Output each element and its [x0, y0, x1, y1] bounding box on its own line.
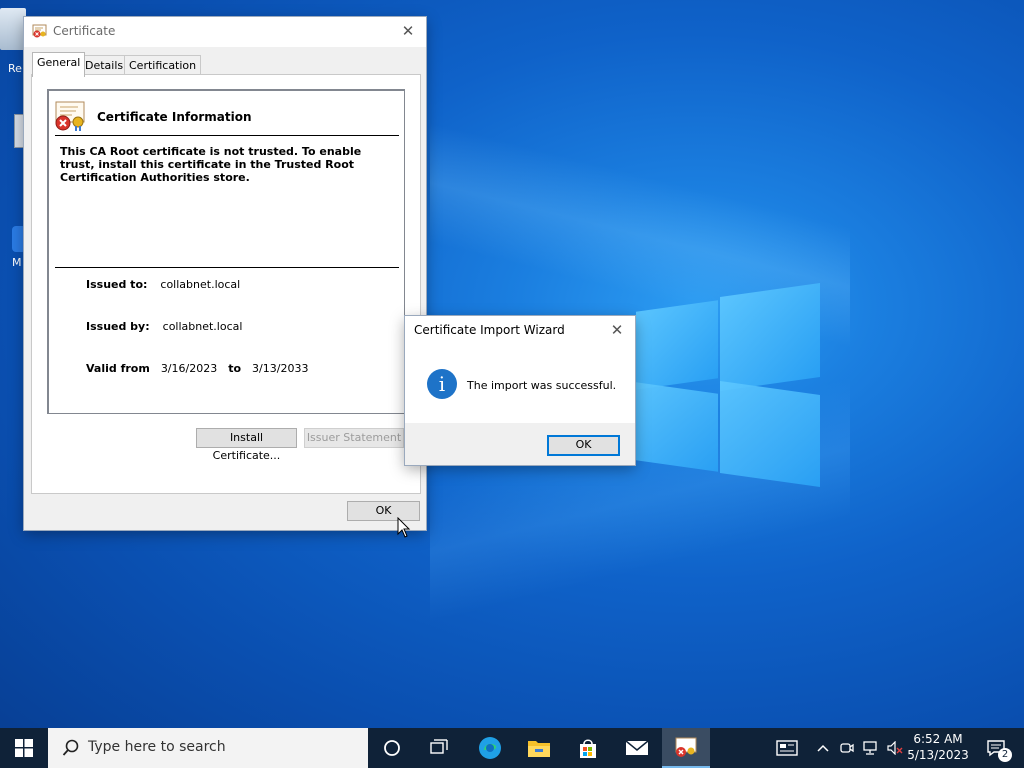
- taskbar-store-button[interactable]: [564, 728, 612, 768]
- import-success-message: The import was successful.: [467, 379, 617, 392]
- issuer-statement-button[interactable]: Issuer Statement: [304, 428, 404, 448]
- general-tab-panel: Certificate Information This CA Root cer…: [31, 74, 421, 494]
- network-button[interactable]: [860, 728, 882, 768]
- search-icon: [62, 739, 79, 756]
- validity-row: Valid from 3/16/2023 to 3/13/2033: [86, 362, 308, 375]
- close-button[interactable]: ✕: [398, 21, 418, 41]
- news-button[interactable]: [772, 728, 802, 768]
- edge-icon: [479, 737, 501, 759]
- taskbar-certificate-button[interactable]: [662, 728, 710, 768]
- network-icon: [863, 741, 877, 755]
- volume-button[interactable]: [884, 728, 906, 768]
- desktop-icon-file[interactable]: [0, 114, 28, 148]
- information-icon: i: [427, 369, 457, 399]
- divider: [55, 267, 399, 268]
- clock-time: 6:52 AM: [913, 732, 963, 746]
- windows-start-icon: [15, 739, 33, 757]
- valid-to-label: to: [228, 362, 242, 375]
- issued-by-row: Issued by: collabnet.local: [86, 320, 242, 333]
- clock-date: 5/13/2023: [907, 748, 969, 762]
- windows-wallpaper-logo: [636, 282, 822, 488]
- issued-by-value: collabnet.local: [162, 320, 243, 333]
- import-wizard-titlebar[interactable]: Certificate Import Wizard ✕: [405, 316, 635, 346]
- tab-details[interactable]: Details: [80, 55, 129, 76]
- certificate-titlebar[interactable]: Certificate ✕: [24, 17, 426, 47]
- start-button[interactable]: [0, 728, 48, 768]
- notification-center-button[interactable]: 2: [978, 728, 1014, 768]
- taskbar-clock[interactable]: 6:52 AM 5/13/2023: [906, 731, 970, 763]
- dialog-title: Certificate Import Wizard: [414, 323, 565, 337]
- valid-to-value: 3/13/2033: [252, 362, 309, 375]
- dialog-body: i The import was successful.: [405, 346, 635, 423]
- window-title: Certificate: [53, 24, 116, 38]
- taskbar-file-explorer-button[interactable]: [515, 728, 563, 768]
- volume-muted-icon: [887, 741, 903, 755]
- mouse-cursor-icon: [397, 517, 411, 538]
- task-view-button[interactable]: [416, 728, 464, 768]
- meet-now-icon: [840, 743, 854, 753]
- import-wizard-dialog: Certificate Import Wizard ✕ i The import…: [405, 316, 635, 465]
- issued-to-label: Issued to:: [86, 278, 148, 291]
- notification-count-badge: 2: [998, 748, 1012, 762]
- store-icon: [580, 739, 596, 758]
- tab-certification-path[interactable]: Certification Path: [124, 55, 202, 91]
- issued-to-row: Issued to: collabnet.local: [86, 278, 240, 291]
- install-certificate-button[interactable]: Install Certificate...: [196, 428, 297, 462]
- taskbar-mail-button[interactable]: [613, 728, 661, 768]
- mail-icon: [625, 740, 649, 755]
- certificate-app-icon: [675, 737, 697, 757]
- tab-general[interactable]: General: [32, 52, 86, 77]
- certificate-untrusted-icon: [55, 101, 85, 131]
- taskbar-search-box[interactable]: Type here to search: [48, 728, 368, 768]
- valid-from-label: Valid from: [86, 362, 150, 375]
- meet-now-button[interactable]: [836, 728, 858, 768]
- taskbar: Type here to search 6:52 AM 5/13/2023 2: [0, 728, 1024, 768]
- search-placeholder: Type here to search: [88, 739, 226, 755]
- show-hidden-icons-button[interactable]: [812, 728, 834, 768]
- trust-warning-text: This CA Root certificate is not trusted.…: [60, 145, 362, 184]
- news-icon: [776, 740, 798, 756]
- certificate-icon: [32, 24, 47, 38]
- valid-from-value: 3/16/2023: [160, 362, 218, 375]
- desktop-icon-recycle-bin[interactable]: Re: [0, 8, 26, 75]
- certificate-info-box: Certificate Information This CA Root cer…: [47, 89, 405, 414]
- certificate-information-heading: Certificate Information: [97, 110, 252, 124]
- recycle-bin-icon: [0, 8, 26, 50]
- desktop-icon-edge[interactable]: M: [0, 212, 26, 274]
- desktop-icon-label: Re: [8, 62, 22, 75]
- taskbar-edge-button[interactable]: [466, 728, 514, 768]
- ok-button[interactable]: OK: [547, 435, 620, 456]
- cortana-button[interactable]: [368, 728, 416, 768]
- cortana-icon: [384, 740, 400, 756]
- issued-to-value: collabnet.local: [160, 278, 241, 291]
- certificate-window: Certificate ✕ General Details Certificat…: [24, 17, 426, 530]
- task-view-icon: [430, 739, 448, 754]
- close-button[interactable]: ✕: [607, 320, 627, 340]
- desktop-icon-label: M: [12, 256, 22, 269]
- chevron-up-icon: [817, 744, 829, 752]
- divider: [55, 135, 399, 136]
- issued-by-label: Issued by:: [86, 320, 150, 333]
- file-explorer-icon: [528, 741, 550, 757]
